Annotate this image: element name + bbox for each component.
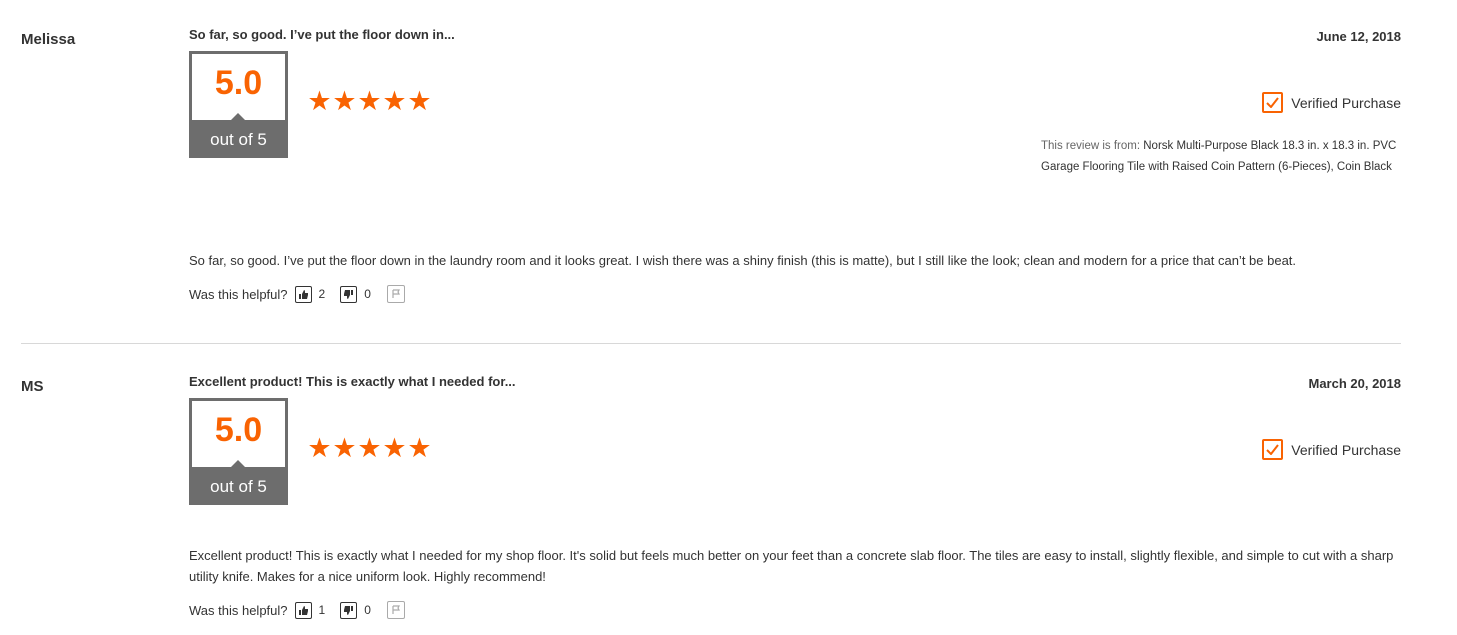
helpful-down-count: 0	[364, 603, 371, 617]
verified-purchase-badge: Verified Purchase	[1262, 439, 1401, 460]
helpful-down-count: 0	[364, 287, 371, 301]
star-icon: ★	[382, 433, 407, 463]
score-suffix-text: out of 5	[210, 130, 267, 149]
helpful-row: Was this helpful? 1 0	[189, 601, 405, 619]
thumbs-down-button[interactable]	[340, 601, 358, 619]
star-rating: ★★★★★	[307, 86, 432, 117]
review-date: June 12, 2018	[1316, 29, 1401, 44]
review-headline: Excellent product! This is exactly what …	[189, 374, 516, 389]
checkmark-icon	[1262, 439, 1284, 460]
star-rating: ★★★★★	[307, 433, 432, 464]
rating-score-box: 5.0 out of 5	[189, 398, 288, 505]
rating-score: 5.0	[214, 64, 263, 102]
helpful-label: Was this helpful?	[189, 286, 288, 302]
checkmark-icon	[1262, 92, 1284, 113]
flag-icon	[392, 289, 400, 298]
thumbs-up-button[interactable]	[294, 601, 312, 619]
helpful-up-count: 2	[318, 287, 326, 301]
review-divider	[21, 343, 1401, 344]
helpful-row: Was this helpful? 2 0	[189, 285, 405, 303]
verified-label: Verified Purchase	[1291, 94, 1401, 111]
reviewer-name: MS	[21, 378, 44, 395]
reviewer-name: Melissa	[21, 31, 76, 48]
helpful-label: Was this helpful?	[189, 602, 288, 618]
score-suffix-text: out of 5	[210, 477, 267, 496]
thumbs-up-button[interactable]	[294, 285, 312, 303]
thumbs-up-icon	[298, 289, 308, 299]
verified-purchase-badge: Verified Purchase	[1262, 92, 1401, 113]
verified-label: Verified Purchase	[1291, 441, 1401, 458]
flag-icon	[392, 605, 400, 614]
score-suffix: out of 5	[189, 460, 288, 505]
star-icon: ★	[407, 433, 432, 463]
star-icon: ★	[307, 433, 332, 463]
star-icon: ★	[357, 86, 382, 116]
star-icon: ★	[382, 86, 407, 116]
score-notch	[231, 113, 245, 120]
thumbs-up-icon	[298, 605, 308, 615]
star-icon: ★	[407, 86, 432, 116]
star-icon: ★	[332, 86, 357, 116]
review-body: So far, so good. I’ve put the floor down…	[189, 253, 1297, 268]
review-body: Excellent product! This is exactly what …	[189, 548, 1394, 584]
review-date: March 20, 2018	[1308, 376, 1401, 391]
thumbs-down-button[interactable]	[340, 285, 358, 303]
star-icon: ★	[307, 86, 332, 116]
rating-score-box: 5.0 out of 5	[189, 51, 288, 158]
score-notch	[231, 460, 245, 467]
report-flag-button[interactable]	[386, 285, 405, 303]
thumbs-down-icon	[344, 605, 354, 615]
thumbs-down-icon	[344, 289, 354, 299]
helpful-up-count: 1	[318, 603, 326, 617]
report-flag-button[interactable]	[386, 601, 405, 619]
star-icon: ★	[332, 433, 357, 463]
review-source: This review is from: Norsk Multi-Purpose…	[1041, 136, 1411, 178]
review-source-prefix: This review is from:	[1041, 140, 1144, 152]
score-suffix: out of 5	[189, 113, 288, 158]
review-headline: So far, so good. I’ve put the floor down…	[189, 27, 455, 42]
rating-score: 5.0	[214, 411, 263, 449]
star-icon: ★	[357, 433, 382, 463]
